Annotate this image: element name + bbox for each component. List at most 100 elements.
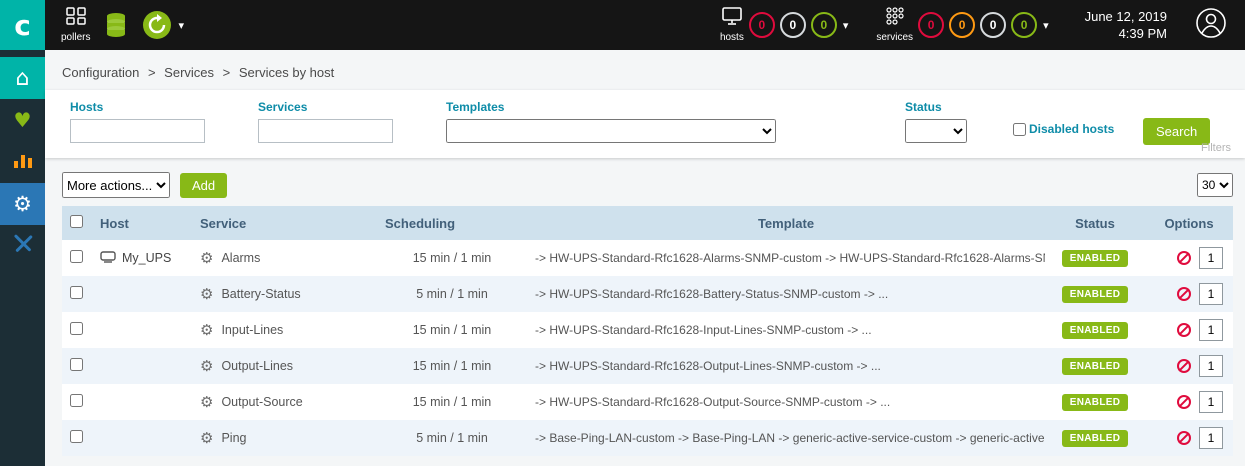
duplicate-count-input[interactable] [1199,283,1223,305]
row-checkbox[interactable] [70,286,83,299]
status-badge: ENABLED [1062,250,1128,267]
template-chain: -> HW-UPS-Standard-Rfc1628-Output-Lines-… [527,348,1045,384]
breadcrumb-item-services-by-host[interactable]: Services by host [239,65,334,80]
hosts-filter-label: Hosts [70,100,205,114]
column-header-options[interactable]: Options [1145,206,1233,240]
duplicate-count-input[interactable] [1199,427,1223,449]
pollers-menu[interactable]: pollers [61,7,90,43]
hosts-chevron-down-icon[interactable]: ▾ [843,19,849,32]
hosts-menu[interactable]: hosts [720,7,744,43]
row-checkbox[interactable] [70,394,83,407]
breadcrumb-separator: > [148,65,156,80]
main-content: Configuration > Services > Services by h… [45,50,1245,466]
column-header-service[interactable]: Service [192,206,377,240]
hosts-filter-input[interactable] [70,119,205,143]
select-all-checkbox[interactable] [70,215,83,228]
services-menu[interactable]: services [876,7,913,43]
service-name[interactable]: Battery-Status [221,287,300,301]
duplicate-count-input[interactable] [1199,247,1223,269]
more-actions-select[interactable]: More actions... [62,172,170,198]
duplicate-count-input[interactable] [1199,391,1223,413]
status-filter-select[interactable] [905,119,967,143]
services-filter-input[interactable] [258,119,393,143]
poller-chevron-down-icon[interactable]: ▾ [178,19,184,32]
clock: June 12, 2019 4:39 PM [1085,8,1167,42]
user-profile-icon[interactable] [1195,7,1227,44]
disable-icon[interactable] [1177,323,1191,337]
host-name [92,348,192,384]
row-checkbox[interactable] [70,322,83,335]
scheduling-value: 15 min / 1 min [377,348,527,384]
table-row: ⚙ Output-Lines 15 min / 1 min -> HW-UPS-… [62,348,1233,384]
service-name[interactable]: Output-Lines [221,359,293,373]
centreon-logo[interactable]: c [0,0,45,50]
database-icon[interactable] [104,12,128,38]
service-name[interactable]: Alarms [221,251,260,265]
page-size-select[interactable]: 30 [1197,173,1233,197]
disable-icon[interactable] [1177,431,1191,445]
services-warning-counter[interactable]: 0 [949,12,975,38]
disabled-hosts-checkbox[interactable] [1013,123,1026,136]
hosts-label: hosts [720,32,744,43]
services-unknown-counter[interactable]: 0 [980,12,1006,38]
actions-toolbar: More actions... Add 30 [45,171,1245,199]
hosts-icon [722,7,742,30]
breadcrumb-item-services[interactable]: Services [164,65,214,80]
sidebar: ⌂ ♥ ⚙ [0,50,45,466]
scheduling-value: 15 min / 1 min [377,312,527,348]
template-chain: -> HW-UPS-Standard-Rfc1628-Battery-Statu… [527,276,1045,312]
bar-chart-icon [13,151,33,174]
breadcrumb-item-configuration[interactable]: Configuration [62,65,139,80]
services-chevron-down-icon[interactable]: ▾ [1043,19,1049,32]
service-name[interactable]: Input-Lines [221,323,283,337]
poller-status-icon[interactable] [142,10,172,40]
search-button[interactable]: Search [1143,118,1210,145]
service-gear-icon: ⚙ [200,321,213,339]
time-text: 4:39 PM [1085,25,1167,42]
column-header-host[interactable]: Host [92,206,192,240]
host-icon [100,251,116,266]
table-row: ⚙ Ping 5 min / 1 min -> Base-Ping-LAN-cu… [62,420,1233,456]
status-badge: ENABLED [1062,430,1128,447]
service-name[interactable]: Ping [221,431,246,445]
services-critical-counter[interactable]: 0 [918,12,944,38]
host-name[interactable]: My_UPS [122,251,171,265]
templates-filter-select[interactable] [446,119,776,143]
column-header-scheduling[interactable]: Scheduling [377,206,527,240]
hosts-down-counter[interactable]: 0 [749,12,775,38]
sidebar-item-monitoring[interactable]: ♥ [0,99,45,141]
disable-icon[interactable] [1177,395,1191,409]
column-header-status[interactable]: Status [1045,206,1145,240]
scheduling-value: 5 min / 1 min [377,420,527,456]
disable-icon[interactable] [1177,359,1191,373]
add-button[interactable]: Add [180,173,227,198]
status-badge: ENABLED [1062,286,1128,303]
service-name[interactable]: Output-Source [221,395,302,409]
duplicate-count-input[interactable] [1199,355,1223,377]
breadcrumb: Configuration > Services > Services by h… [45,50,1245,90]
disable-icon[interactable] [1177,287,1191,301]
service-gear-icon: ⚙ [200,393,213,411]
sidebar-item-reporting[interactable] [0,141,45,183]
heart-pulse-icon: ♥ [14,108,32,132]
hosts-status-group: hosts 0 0 0 ▾ [720,7,848,43]
host-name [92,384,192,420]
row-checkbox[interactable] [70,250,83,263]
disable-icon[interactable] [1177,251,1191,265]
row-checkbox[interactable] [70,358,83,371]
service-gear-icon: ⚙ [200,357,213,375]
hosts-up-counter[interactable]: 0 [811,12,837,38]
services-ok-counter[interactable]: 0 [1011,12,1037,38]
breadcrumb-separator: > [223,65,231,80]
hosts-unreachable-counter[interactable]: 0 [780,12,806,38]
scheduling-value: 5 min / 1 min [377,276,527,312]
template-chain: -> HW-UPS-Standard-Rfc1628-Alarms-SNMP-c… [527,240,1045,276]
column-header-template[interactable]: Template [527,206,1045,240]
services-status-group: services 0 0 0 0 ▾ [876,7,1048,43]
duplicate-count-input[interactable] [1199,319,1223,341]
row-checkbox[interactable] [70,430,83,443]
sidebar-item-administration[interactable] [0,225,45,267]
sidebar-item-home[interactable]: ⌂ [0,57,45,99]
sidebar-item-configuration[interactable]: ⚙ [0,183,45,225]
gear-icon: ⚙ [13,192,32,216]
